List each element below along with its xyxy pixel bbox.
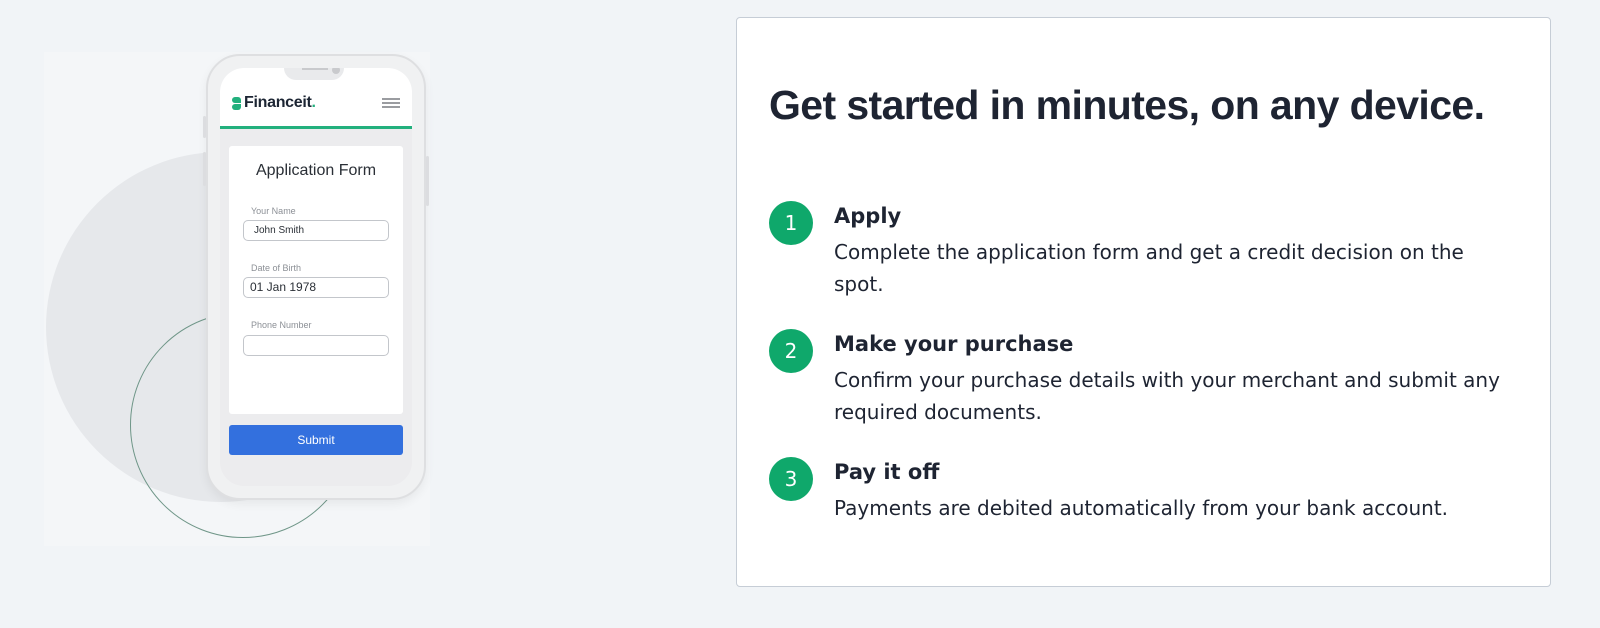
speaker-icon <box>302 68 328 70</box>
step-number-badge: 3 <box>769 457 813 501</box>
step-title: Make your purchase <box>834 332 1074 356</box>
phone-screen: Financeit. Application Form Your Name Jo… <box>220 68 412 486</box>
steps-card: Get started in minutes, on any device. 1… <box>736 17 1551 587</box>
financeit-logo: Financeit. <box>232 94 316 112</box>
phone-side-button <box>426 156 429 206</box>
step-description: Complete the application form and get a … <box>834 240 1464 296</box>
step-description: Confirm your purchase details with your … <box>834 368 1500 424</box>
page-title: Get started in minutes, on any device. <box>769 82 1485 128</box>
app-header: Financeit. <box>220 68 412 129</box>
submit-button[interactable]: Submit <box>229 425 403 455</box>
name-field[interactable]: John Smith <box>243 220 389 241</box>
phone-side-button <box>203 116 206 138</box>
phone-mockup: Financeit. Application Form Your Name Jo… <box>203 54 429 500</box>
dob-field-label: Date of Birth <box>251 263 302 273</box>
step-item: 3 Pay it off Payments are debited automa… <box>769 457 1518 557</box>
phone-illustration: Financeit. Application Form Your Name Jo… <box>44 52 430 546</box>
logo-text: Financeit <box>244 94 312 111</box>
form-title: Application Form <box>255 162 377 179</box>
logo-dot: . <box>311 94 316 111</box>
step-number-badge: 1 <box>769 201 813 245</box>
application-form: Application Form Your Name John Smith Da… <box>229 146 403 414</box>
step-number-badge: 2 <box>769 329 813 373</box>
step-description: Payments are debited automatically from … <box>834 496 1449 520</box>
hamburger-menu-icon[interactable] <box>382 98 400 108</box>
step-title: Pay it off <box>834 460 940 484</box>
name-field-label: Your Name <box>251 206 296 216</box>
dob-field[interactable]: 01 Jan 1978 <box>243 277 389 298</box>
logo-mark-icon <box>232 96 241 110</box>
phone-notch <box>284 68 344 80</box>
phone-field-label: Phone Number <box>251 320 312 330</box>
phone-number-field[interactable] <box>243 335 389 356</box>
step-item: 2 Make your purchase Confirm your purcha… <box>769 329 1518 429</box>
camera-icon <box>332 68 340 74</box>
step-title: Apply <box>834 204 902 228</box>
phone-side-button <box>203 152 206 186</box>
step-item: 1 Apply Complete the application form an… <box>769 201 1518 301</box>
